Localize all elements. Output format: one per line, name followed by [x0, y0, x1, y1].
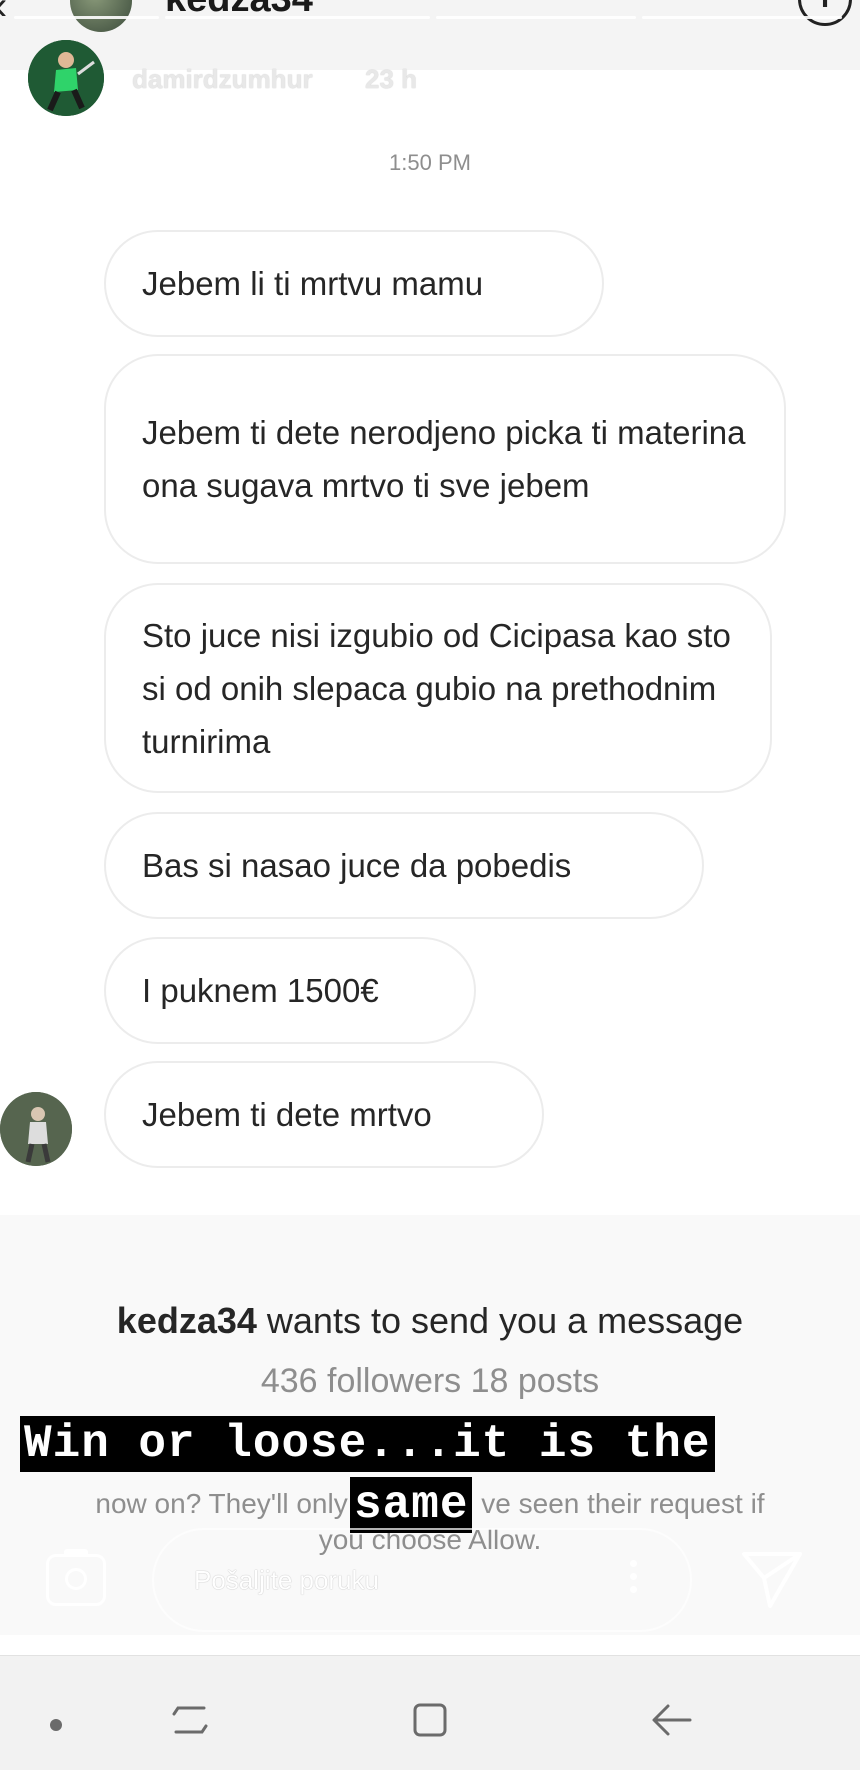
dm-header: ‹ kedza34 i [0, 0, 860, 70]
sender-avatar[interactable] [0, 1092, 72, 1166]
message-timestamp: 1:50 PM [389, 150, 471, 175]
request-username[interactable]: kedza34 [117, 1300, 257, 1341]
story-progress-bar [14, 16, 159, 19]
request-desc-right: ve seen their request if [481, 1488, 765, 1519]
request-stats: 436 followers 18 posts [260, 1362, 600, 1400]
story-caption-line1: Win or loose...it is the [20, 1416, 715, 1472]
camera-lens [65, 1568, 87, 1590]
send-direct-icon[interactable] [740, 1548, 804, 1610]
story-caption-line2: same [350, 1477, 473, 1533]
home-icon[interactable] [410, 1700, 450, 1740]
request-title: kedza34 wants to send you a message [0, 1300, 860, 1342]
message-text: Jebem ti dete nerodjeno picka ti materin… [142, 414, 746, 504]
story-username[interactable]: damirdzumhur [132, 64, 313, 95]
nav-dot-icon[interactable] [50, 1719, 62, 1731]
story-progress-bar [436, 16, 636, 19]
message-text: Jebem ti dete mrtvo [142, 1096, 432, 1133]
message-bubble[interactable]: I puknem 1500€ [104, 937, 476, 1044]
camera-top [64, 1549, 88, 1557]
tennis-player-avatar-icon [28, 40, 104, 116]
sender-photo-icon [0, 1092, 72, 1166]
message-text: Sto juce nisi izgubio od Cicipasa kao st… [142, 616, 731, 760]
story-progress-bar [642, 16, 842, 19]
story-progress-bar [165, 16, 430, 19]
story-time-ago: 23 h [365, 64, 418, 94]
story-avatar[interactable] [28, 40, 104, 116]
message-bubble[interactable]: Bas si nasao juce da pobedis [104, 812, 704, 919]
camera-icon[interactable] [46, 1549, 106, 1606]
message-bubble[interactable]: Sto juce nisi izgubio od Cicipasa kao st… [104, 583, 772, 793]
message-text: Bas si nasao juce da pobedis [142, 847, 572, 884]
back-arrow-icon[interactable]: ‹ [0, 0, 7, 29]
more-options-icon[interactable] [630, 1560, 638, 1599]
message-text: I puknem 1500€ [142, 972, 379, 1009]
recent-apps-icon[interactable] [170, 1700, 210, 1740]
info-icon[interactable]: i [798, 0, 852, 26]
message-bubble[interactable]: Jebem ti dete mrtvo [104, 1061, 544, 1168]
message-bubble[interactable]: Jebem li ti mrtvu mamu [104, 230, 604, 337]
back-icon[interactable] [650, 1700, 694, 1740]
message-bubble[interactable]: Jebem ti dete nerodjeno picka ti materin… [104, 354, 786, 564]
request-desc-left: now on? They'll only [95, 1488, 348, 1519]
message-text: Jebem li ti mrtvu mamu [142, 265, 484, 302]
request-title-suffix: wants to send you a message [256, 1300, 744, 1341]
reply-input[interactable] [152, 1528, 692, 1632]
